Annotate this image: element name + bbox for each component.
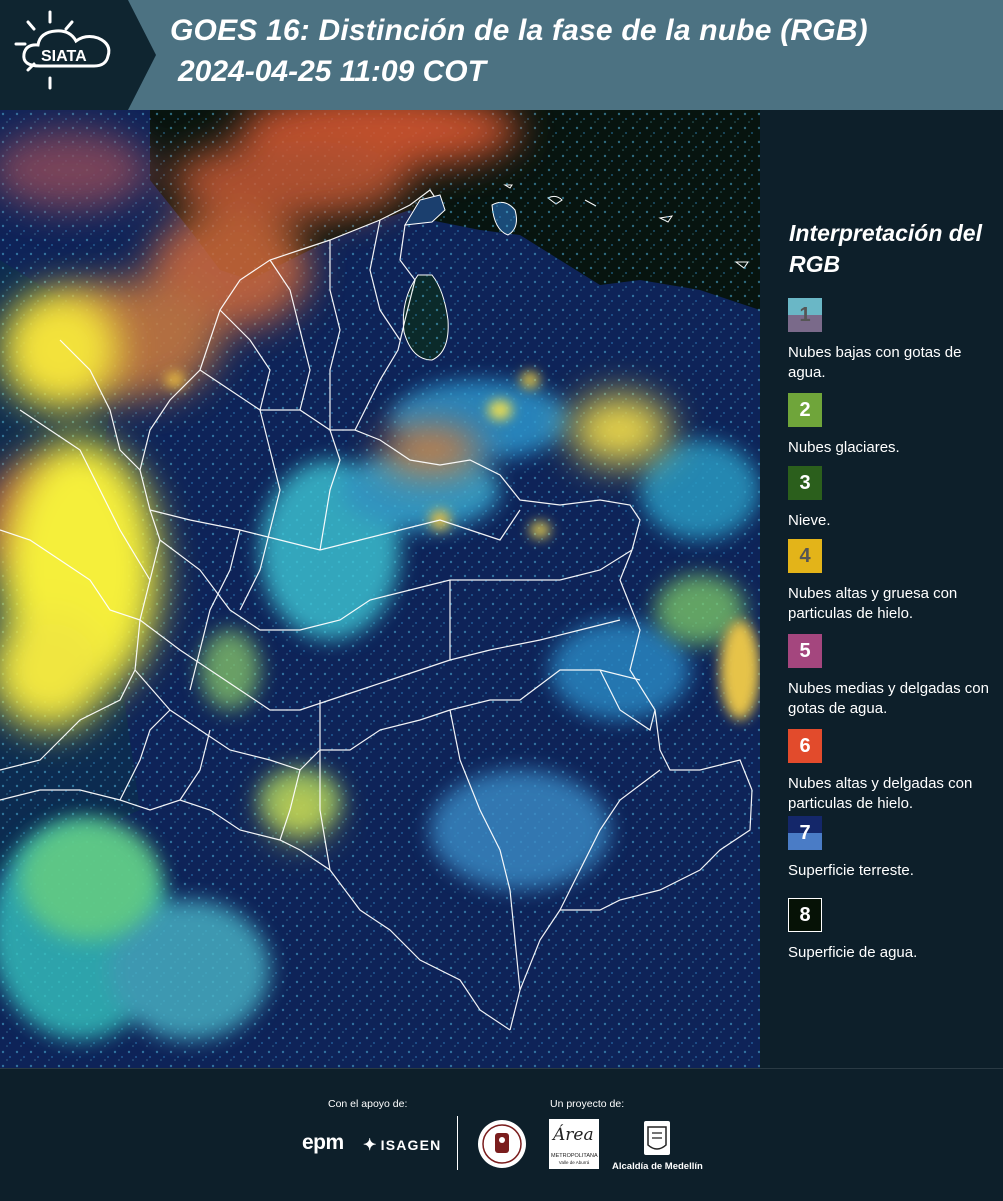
siata-logo-text: SIATA xyxy=(41,48,87,65)
seal-logo-icon[interactable] xyxy=(477,1119,527,1169)
legend-swatch-8: 8 xyxy=(788,898,822,932)
alcaldia-medellin-icon[interactable] xyxy=(612,1119,704,1157)
footer-divider xyxy=(457,1116,458,1170)
legend-label-2: Nubes glaciares. xyxy=(788,439,900,456)
legend-swatch-2: 2 xyxy=(788,393,822,427)
header: SIATA GOES 16: Distinción de la fase de … xyxy=(0,0,1003,110)
project-label: Un proyecto de: xyxy=(550,1098,625,1110)
area-metropolitana-logo[interactable]: Área METROPOLITANA Valle de Aburrá xyxy=(549,1119,599,1169)
siata-logo[interactable]: SIATA xyxy=(0,0,158,110)
legend-panel: Interpretación del RGB 1 Nubes bajas con … xyxy=(760,110,1003,1068)
legend-label-5: Nubes medias y delgadas con gotas de agu… xyxy=(788,680,989,717)
legend-label-4: Nubes altas y gruesa con particulas de h… xyxy=(788,585,958,622)
epm-logo[interactable]: epm xyxy=(302,1131,344,1155)
area-logo-script: Área xyxy=(553,1125,594,1145)
legend-label-8: Superficie de agua. xyxy=(788,944,918,961)
goes-rgb-image xyxy=(0,110,760,1068)
legend-swatch-3: 3 xyxy=(788,466,822,500)
legend-label-3: Nieve. xyxy=(788,512,831,529)
legend-label-1: Nubes bajas con gotas de agua. xyxy=(788,344,962,381)
satellite-map[interactable] xyxy=(0,110,760,1068)
legend-swatch-7: 7 xyxy=(788,816,822,850)
legend-swatch-1: 1 xyxy=(788,298,822,332)
area-logo-line2: Valle de Aburrá xyxy=(558,1160,590,1165)
legend-swatch-6: 6 xyxy=(788,729,822,763)
isagen-icon: ✦ xyxy=(363,1137,378,1154)
legend-label-7: Superficie terreste. xyxy=(788,862,914,879)
siata-logo-icon: SIATA xyxy=(0,0,156,110)
legend-swatch-4: 4 xyxy=(788,539,822,573)
legend-label-6: Nubes altas y delgadas con particulas de… xyxy=(788,775,973,812)
isagen-logo-text: ISAGEN xyxy=(380,1137,442,1153)
page-timestamp: 2024-04-25 11:09 COT xyxy=(178,55,486,88)
area-logo-line1: METROPOLITANA xyxy=(551,1153,598,1159)
isagen-logo[interactable]: ✦ ISAGEN xyxy=(363,1135,442,1155)
support-label: Con el apoyo de: xyxy=(328,1098,408,1110)
medellin-caption: Alcaldía de Medellín xyxy=(612,1161,703,1172)
legend-title: Interpretación del RGB xyxy=(789,220,982,277)
legend-swatch-5: 5 xyxy=(788,634,822,668)
page-title: GOES 16: Distinción de la fase de la nub… xyxy=(170,14,868,47)
footer: Con el apoyo de: Un proyecto de: epm ✦ IS… xyxy=(0,1068,1003,1201)
